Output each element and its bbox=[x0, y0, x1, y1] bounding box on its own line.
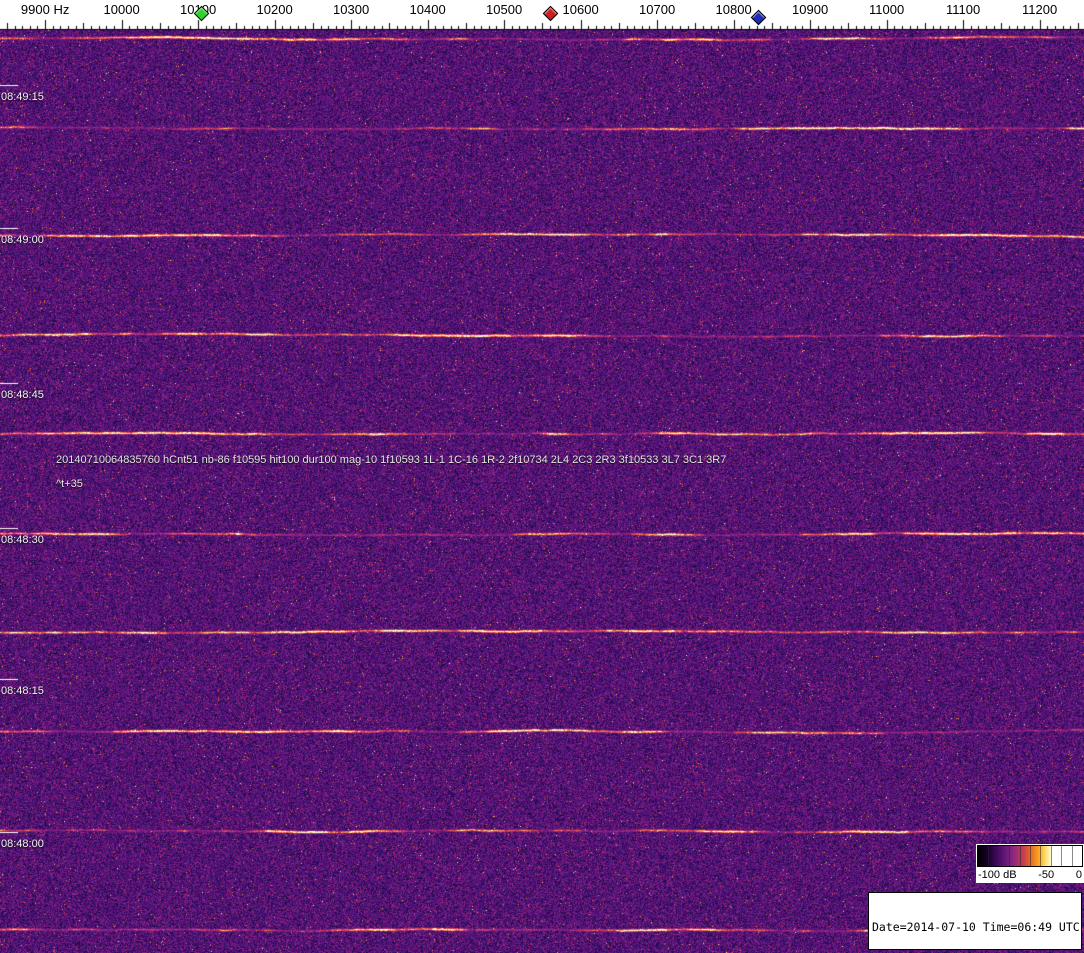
colorbar-tick bbox=[1050, 846, 1052, 866]
colorbar-tick bbox=[998, 846, 1000, 866]
freq-tick-label: 10500 bbox=[486, 2, 523, 17]
colorbar-tick bbox=[1009, 846, 1011, 866]
detection-annotation: 20140710064835760 hCnt51 nb-86 f10595 hi… bbox=[56, 454, 726, 490]
freq-tick-label: 11200 bbox=[1022, 2, 1058, 17]
time-tick-label: 08:48:00 bbox=[1, 838, 44, 850]
colorbar-label-min: -100 dB bbox=[978, 868, 1017, 881]
time-tick-label: 08:49:00 bbox=[1, 234, 44, 246]
freq-tick-label: 10900 bbox=[792, 2, 829, 17]
freq-tick-label: 10400 bbox=[409, 2, 446, 17]
freq-tick-label: 11000 bbox=[869, 2, 905, 17]
meteor-spectrogram-app: 9900 Hz100001010010200103001040010500106… bbox=[0, 0, 1084, 953]
freq-tick-label: 10800 bbox=[715, 2, 752, 17]
freq-tick-label: 9900 Hz bbox=[20, 2, 70, 17]
info-date-time: Date=2014-07-10 Time=06:49 UTC bbox=[872, 920, 1080, 934]
time-tick-label: 08:49:15 bbox=[1, 91, 44, 103]
detection-annotation-line1: 20140710064835760 hCnt51 nb-86 f10595 hi… bbox=[56, 454, 727, 466]
freq-tick-label: 10600 bbox=[562, 2, 599, 17]
freq-tick-label: 10700 bbox=[639, 2, 676, 17]
time-tick-label: 08:48:45 bbox=[1, 389, 44, 401]
freq-tick-label: 11100 bbox=[946, 2, 981, 17]
colorbar-gradient bbox=[977, 845, 1083, 867]
time-tick-label: 08:48:30 bbox=[1, 534, 44, 546]
colorbar-tick bbox=[1061, 846, 1063, 866]
colorbar-label-max: 0 bbox=[1075, 868, 1082, 881]
colorbar-tick bbox=[1019, 846, 1021, 866]
freq-tick-label: 10300 bbox=[333, 2, 370, 17]
freq-tick-label: 10200 bbox=[256, 2, 293, 17]
detection-annotation-line2: ^t+35 bbox=[56, 478, 83, 490]
colorbar-tick bbox=[988, 846, 990, 866]
colorbar-tick bbox=[1040, 846, 1042, 866]
colorbar-tick bbox=[1030, 846, 1031, 866]
colorbar-labels: -100 dB -50 0 bbox=[977, 867, 1083, 882]
time-tick-label: 08:48:15 bbox=[1, 685, 44, 697]
freq-tick-label: 10000 bbox=[103, 2, 140, 17]
colorbar-tick bbox=[1071, 846, 1073, 866]
intensity-colorbar: -100 dB -50 0 bbox=[976, 844, 1084, 883]
status-info-box: Date=2014-07-10 Time=06:49 UTC Freq=143 … bbox=[868, 892, 1082, 950]
colorbar-label-mid: -50 bbox=[1038, 868, 1055, 881]
